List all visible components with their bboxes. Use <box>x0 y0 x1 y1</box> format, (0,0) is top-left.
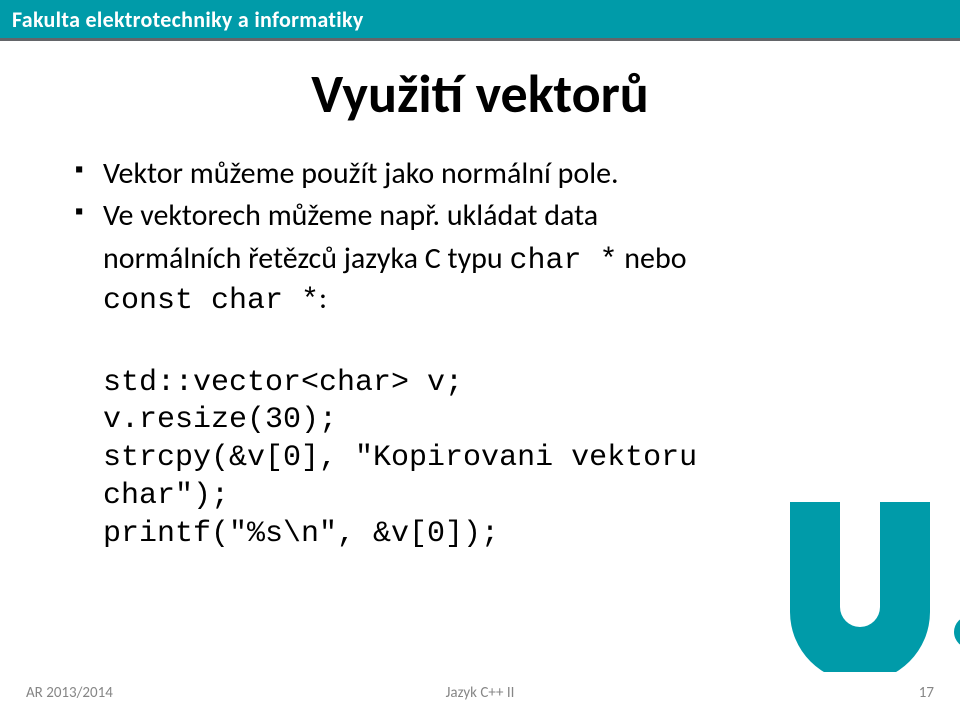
slide-title: Využití vektorů <box>75 61 885 127</box>
bullet-continuation: const char *: <box>75 280 885 320</box>
header-title: Fakulta elektrotechniky a informatiky <box>12 6 364 33</box>
footer-left: AR 2013/2014 <box>26 684 113 702</box>
logo-icon <box>760 502 960 672</box>
text-run: nebo <box>617 240 686 277</box>
slide-content: Využití vektorů Vektor můžeme použít jak… <box>0 41 960 554</box>
text-run: : <box>319 280 327 317</box>
header-bar: Fakulta elektrotechniky a informatiky <box>0 0 960 38</box>
text-run: normálních řetězců jazyka C typu <box>103 240 509 277</box>
code-inline: char * <box>509 244 617 278</box>
footer: AR 2013/2014 Jazyk C++ II 17 <box>0 680 960 706</box>
bullet-item: Ve vektorech můžeme např. ukládat data <box>75 197 885 235</box>
bullet-item: Vektor můžeme použít jako normální pole. <box>75 155 885 193</box>
code-inline: const char * <box>103 284 319 318</box>
footer-page-number: 17 <box>919 684 934 702</box>
bullet-continuation: normálních řetězců jazyka C typu char * … <box>75 240 885 280</box>
bullet-list: Vektor můžeme použít jako normální pole.… <box>75 155 885 236</box>
footer-center: Jazyk C++ II <box>446 684 515 702</box>
